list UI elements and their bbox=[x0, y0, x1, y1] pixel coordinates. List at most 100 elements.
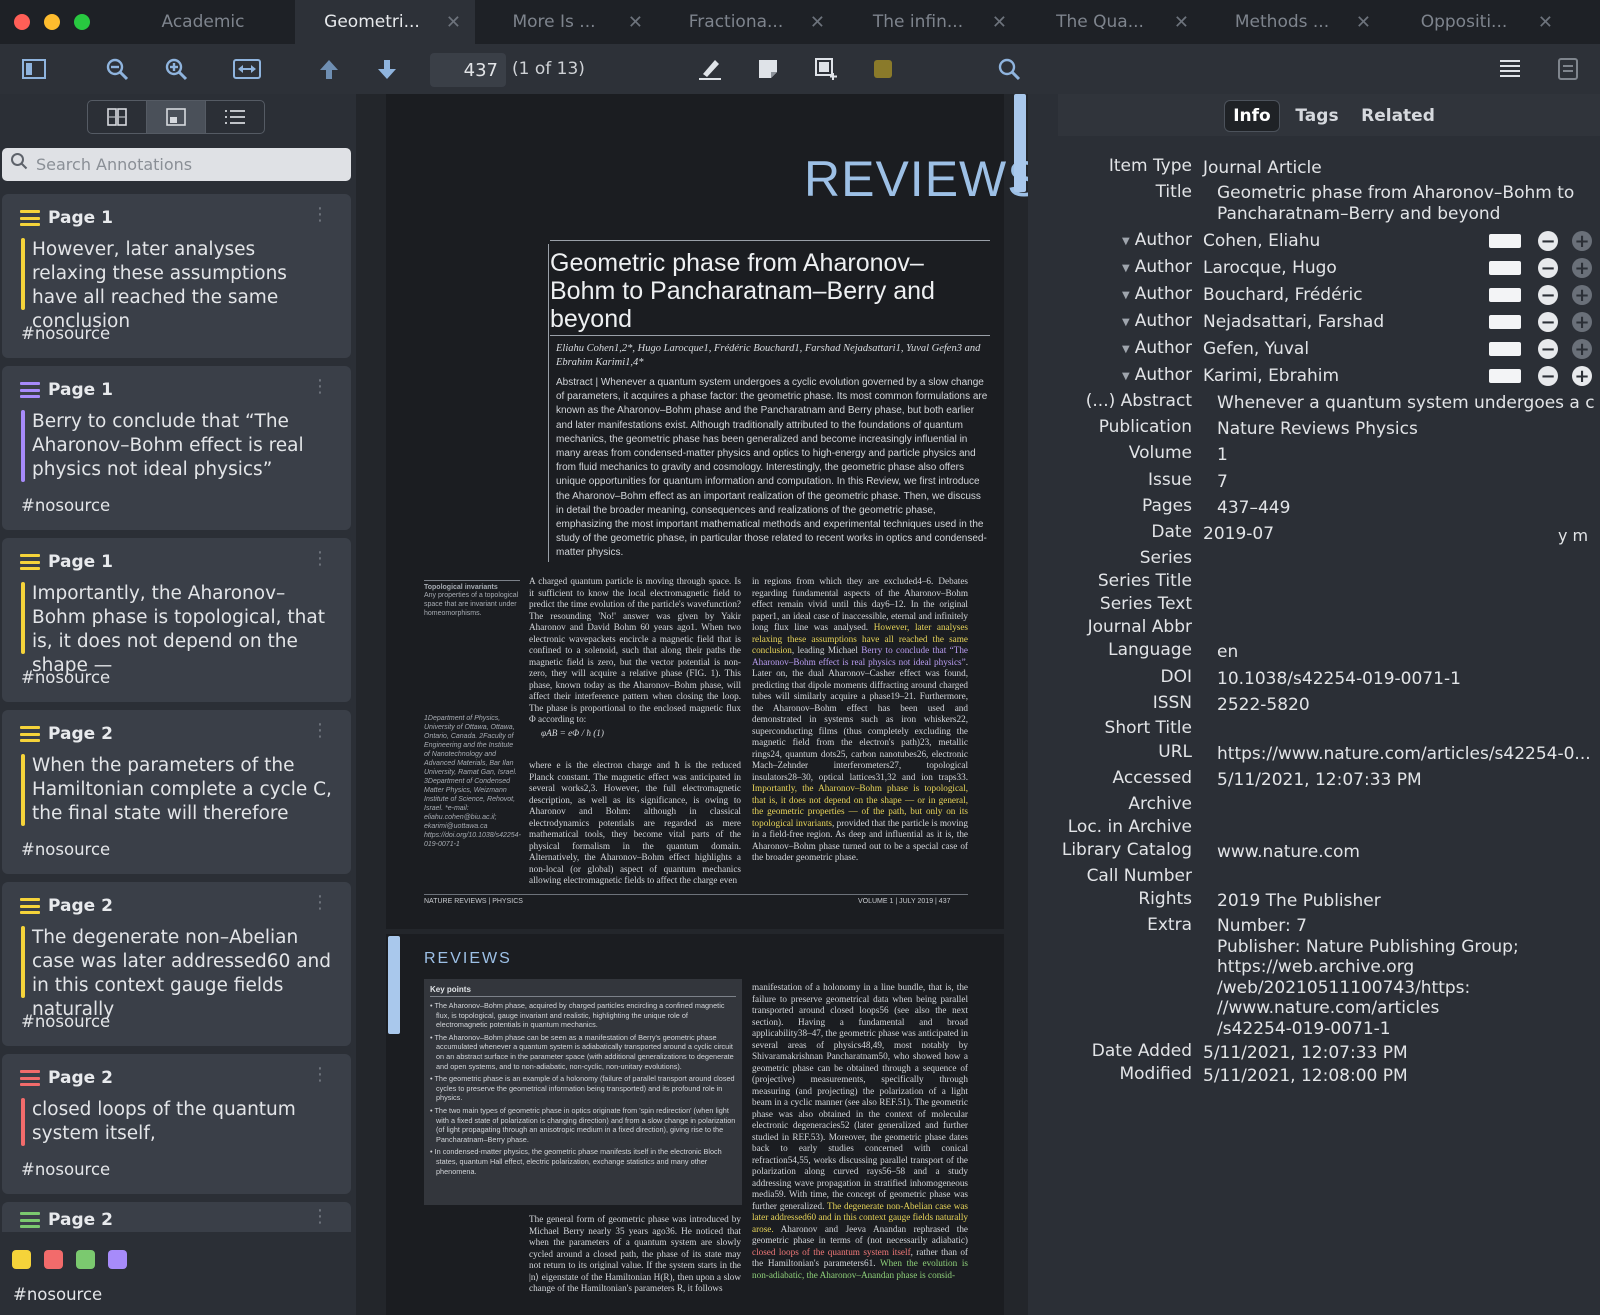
tab-methods[interactable]: Methods ... ✕ bbox=[1205, 0, 1385, 44]
zoom-out-icon[interactable] bbox=[104, 56, 130, 82]
author-mode-toggle[interactable] bbox=[1489, 342, 1521, 356]
tab-geometric[interactable]: Geometri... ✕ bbox=[295, 0, 475, 44]
more-options-icon[interactable]: ⋮ bbox=[311, 204, 329, 225]
chevron-down-icon[interactable]: ▼ bbox=[1122, 344, 1130, 355]
annotation-tag[interactable]: #nosource bbox=[21, 1160, 110, 1179]
add-author-icon[interactable]: + bbox=[1572, 285, 1592, 306]
more-options-icon[interactable]: ⋮ bbox=[311, 720, 329, 741]
field-label[interactable]: URL bbox=[1158, 742, 1192, 762]
annotation-tag[interactable]: #nosource bbox=[21, 1012, 110, 1031]
pages-value[interactable]: 437–449 bbox=[1217, 498, 1290, 518]
outline-icon[interactable] bbox=[1497, 56, 1523, 82]
zoom-in-icon[interactable] bbox=[163, 56, 189, 82]
extra-value[interactable]: Number: 7 Publisher: Nature Publishing G… bbox=[1217, 916, 1577, 1039]
add-author-icon[interactable]: + bbox=[1572, 339, 1592, 360]
annotation-card[interactable]: Page 1 ⋮ However, later analyses relaxin… bbox=[2, 194, 351, 358]
remove-author-icon[interactable]: − bbox=[1538, 258, 1558, 279]
author-mode-toggle[interactable] bbox=[1489, 288, 1521, 302]
toggle-sidebar-icon[interactable] bbox=[21, 56, 47, 82]
tab-opposition[interactable]: Oppositi... ✕ bbox=[1387, 0, 1567, 44]
author-name[interactable]: Karimi, Ebrahim bbox=[1203, 366, 1339, 386]
tab-tags[interactable]: Tags bbox=[1287, 100, 1347, 132]
language-value[interactable]: en bbox=[1217, 642, 1238, 662]
volume-value[interactable]: 1 bbox=[1217, 445, 1228, 465]
tab-infinite[interactable]: The infin... ✕ bbox=[841, 0, 1021, 44]
accessed-value[interactable]: 5/11/2021, 12:07:33 PM bbox=[1217, 770, 1422, 790]
title-value[interactable]: Geometric phase from Aharonov–Bohm to Pa… bbox=[1217, 183, 1587, 225]
remove-author-icon[interactable]: − bbox=[1538, 285, 1558, 306]
abstract-value[interactable]: Whenever a quantum system undergoes a cy… bbox=[1217, 393, 1595, 413]
annotation-card[interactable]: Page 1 ⋮ Importantly, the Aharonov–Bohm … bbox=[2, 538, 351, 702]
context-pane-icon[interactable] bbox=[1555, 56, 1581, 82]
annotation-card[interactable]: Page 2 ⋮ closed loops of the quantum sys… bbox=[2, 1054, 351, 1194]
green-filter-swatch[interactable] bbox=[76, 1250, 95, 1269]
add-author-icon[interactable]: + bbox=[1572, 258, 1592, 279]
author-name[interactable]: Nejadsattari, Farshad bbox=[1203, 312, 1384, 332]
annotation-card[interactable]: Page 1 ⋮ Berry to conclude that “The Aha… bbox=[2, 366, 351, 530]
yellow-filter-swatch[interactable] bbox=[12, 1250, 31, 1269]
pdf-viewer[interactable]: REVIEWS Geometric phase from Aharonov–Bo… bbox=[356, 94, 1028, 1315]
annotation-card[interactable]: Page 2 ⋮ The degenerate non–Abelian case… bbox=[2, 882, 351, 1046]
author-mode-toggle[interactable] bbox=[1489, 234, 1521, 248]
next-page-icon[interactable] bbox=[374, 56, 400, 82]
add-author-icon[interactable]: + bbox=[1572, 312, 1592, 333]
zoom-window-button[interactable] bbox=[74, 14, 90, 30]
annotation-card[interactable]: Page 2 ⋮ When the parameters of the Hami… bbox=[2, 710, 351, 874]
library-catalog-value[interactable]: www.nature.com bbox=[1217, 842, 1360, 862]
more-options-icon[interactable]: ⋮ bbox=[311, 1064, 329, 1085]
close-icon[interactable]: ✕ bbox=[1356, 12, 1371, 33]
remove-author-icon[interactable]: − bbox=[1538, 339, 1558, 360]
red-filter-swatch[interactable] bbox=[44, 1250, 63, 1269]
find-icon[interactable] bbox=[996, 56, 1022, 82]
page-number-input[interactable]: 437 bbox=[430, 53, 506, 87]
author-name[interactable]: Larocque, Hugo bbox=[1203, 258, 1337, 278]
annotation-tag[interactable]: #nosource bbox=[21, 668, 110, 687]
highlight-red[interactable]: closed loops of the quantum system itsel… bbox=[752, 1247, 911, 1257]
tab-quantum[interactable]: The Qua... ✕ bbox=[1023, 0, 1203, 44]
thumbnails-view-button[interactable] bbox=[88, 101, 147, 133]
item-type-value[interactable]: Journal Article bbox=[1203, 158, 1322, 178]
author-mode-toggle[interactable] bbox=[1489, 369, 1521, 383]
note-icon[interactable] bbox=[755, 56, 781, 82]
issue-value[interactable]: 7 bbox=[1217, 472, 1228, 492]
remove-author-icon[interactable]: − bbox=[1538, 231, 1558, 252]
search-input[interactable] bbox=[36, 151, 342, 177]
tag-filter[interactable]: #nosource bbox=[13, 1285, 102, 1304]
close-icon[interactable]: ✕ bbox=[446, 12, 461, 33]
annotation-card[interactable]: Page 2 ⋮ bbox=[2, 1202, 351, 1232]
tab-library[interactable]: Academic bbox=[112, 0, 294, 44]
field-label[interactable]: (...) Abstract bbox=[1086, 391, 1192, 411]
fit-width-icon[interactable] bbox=[232, 56, 262, 82]
close-icon[interactable]: ✕ bbox=[992, 12, 1007, 33]
close-window-button[interactable] bbox=[14, 14, 30, 30]
tab-more-is[interactable]: More Is ... ✕ bbox=[477, 0, 657, 44]
add-author-icon[interactable]: + bbox=[1572, 231, 1592, 252]
close-icon[interactable]: ✕ bbox=[1538, 12, 1553, 33]
author-name[interactable]: Gefen, Yuval bbox=[1203, 339, 1309, 359]
add-author-icon[interactable]: + bbox=[1572, 366, 1592, 387]
date-value[interactable]: 2019-07 bbox=[1203, 524, 1274, 544]
minimize-window-button[interactable] bbox=[44, 14, 60, 30]
previous-page-icon[interactable] bbox=[316, 56, 342, 82]
annotation-tag[interactable]: #nosource bbox=[21, 496, 110, 515]
annotation-tag[interactable]: #nosource bbox=[21, 840, 110, 859]
rights-value[interactable]: 2019 The Publisher bbox=[1217, 891, 1381, 911]
author-name[interactable]: Cohen, Eliahu bbox=[1203, 231, 1320, 251]
annotations-view-button[interactable] bbox=[147, 101, 206, 133]
outline-view-button[interactable] bbox=[206, 101, 264, 133]
annotation-tag[interactable]: #nosource bbox=[21, 324, 110, 343]
remove-author-icon[interactable]: − bbox=[1538, 366, 1558, 387]
more-options-icon[interactable]: ⋮ bbox=[311, 892, 329, 913]
issn-value[interactable]: 2522-5820 bbox=[1217, 695, 1310, 715]
publication-value[interactable]: Nature Reviews Physics bbox=[1217, 419, 1418, 439]
more-options-icon[interactable]: ⋮ bbox=[311, 1206, 329, 1227]
more-options-icon[interactable]: ⋮ bbox=[311, 548, 329, 569]
tab-info[interactable]: Info bbox=[1224, 100, 1280, 132]
author-name[interactable]: Bouchard, Frédéric bbox=[1203, 285, 1363, 305]
chevron-down-icon[interactable]: ▼ bbox=[1122, 371, 1130, 382]
area-select-icon[interactable] bbox=[813, 56, 839, 82]
close-icon[interactable]: ✕ bbox=[1174, 12, 1189, 33]
author-mode-toggle[interactable] bbox=[1489, 261, 1521, 275]
close-icon[interactable]: ✕ bbox=[628, 12, 643, 33]
remove-author-icon[interactable]: − bbox=[1538, 312, 1558, 333]
